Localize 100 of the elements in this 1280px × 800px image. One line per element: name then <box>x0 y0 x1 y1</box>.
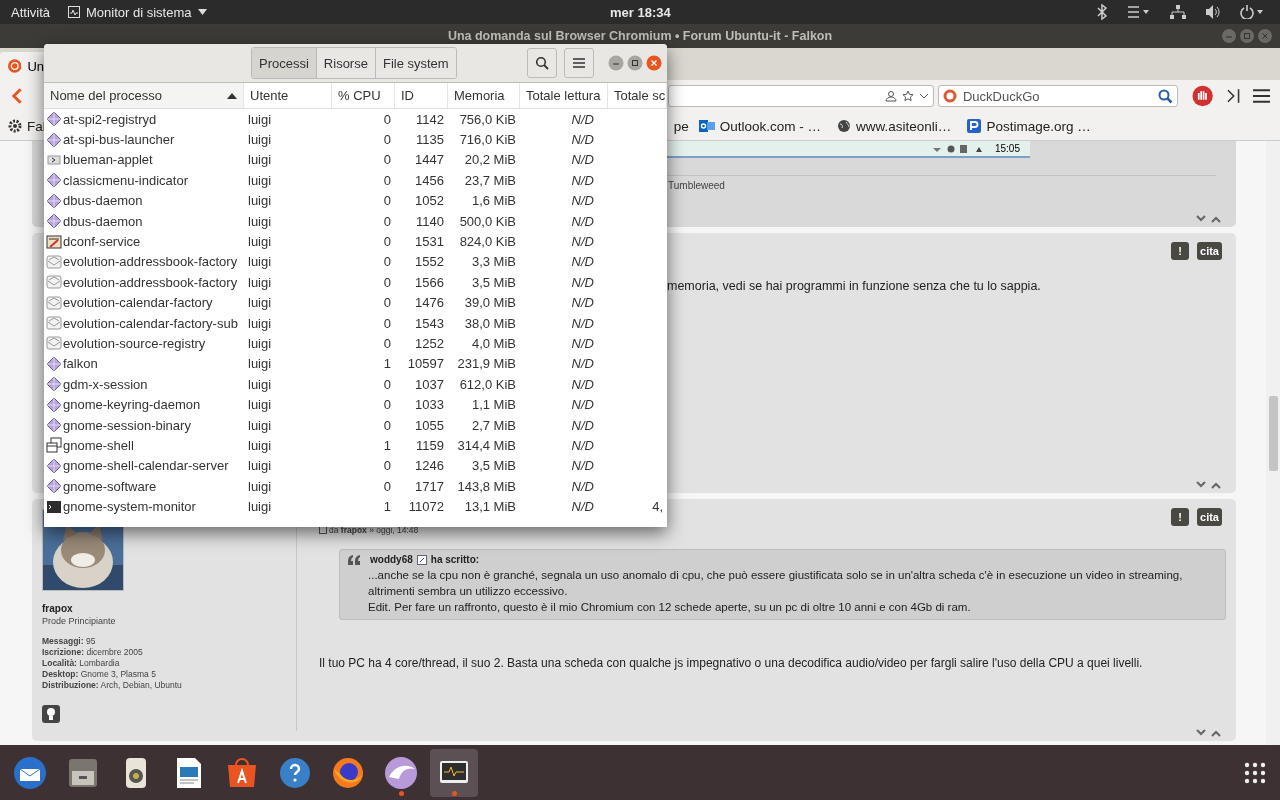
table-cell-text: 0 <box>382 376 392 392</box>
network-icon[interactable] <box>1170 5 1186 19</box>
globe-icon <box>837 119 852 133</box>
jump-arrows-icon[interactable] <box>1196 481 1222 489</box>
power-icon[interactable] <box>1240 5 1264 19</box>
table-cell-text: luigi <box>247 274 273 290</box>
table-cell: dconf-service <box>44 233 244 250</box>
activities-button[interactable]: Attività <box>11 4 50 20</box>
table-cell-text: 314,4 MiB <box>456 437 517 453</box>
clock[interactable]: mer 18:34 <box>610 4 671 20</box>
table-cell: gnome-keyring-daemon <box>44 396 244 413</box>
table-cell-text: N/D <box>570 254 595 270</box>
search-icon <box>534 56 549 70</box>
sidebar-toggle-icon[interactable] <box>1227 88 1241 104</box>
table-cell-text: N/D <box>570 336 595 351</box>
table-cell-text: 11072 <box>407 499 445 515</box>
table-cell-text: 20,2 MiB <box>463 152 517 168</box>
column-header[interactable]: ID <box>395 83 448 108</box>
table-cell-text: 1142 <box>415 111 445 127</box>
column-header[interactable]: Totale sc <box>608 83 667 108</box>
menu-icon[interactable] <box>1128 6 1150 18</box>
table-cell-text: 231,9 MiB <box>456 356 517 372</box>
table-cell-text: 1531 <box>414 234 445 250</box>
table-cell-text: N/D <box>570 295 595 311</box>
quote-button[interactable]: cita <box>1197 508 1222 526</box>
column-header[interactable]: Nome del processo <box>44 83 244 108</box>
menu-icon[interactable] <box>1252 89 1270 103</box>
user-rank: Prode Principiante <box>42 616 117 626</box>
table-cell-text: 0 <box>382 172 392 188</box>
mail-logo-icon <box>698 119 715 133</box>
quote-button[interactable]: cita <box>1197 242 1222 260</box>
app-grid-icon[interactable] <box>1244 761 1266 784</box>
bluetooth-icon[interactable] <box>1096 4 1108 20</box>
table-cell-text: N/D <box>570 213 595 229</box>
back-icon[interactable] <box>10 87 24 105</box>
column-header[interactable]: % CPU <box>332 83 395 108</box>
table-cell: evolution-addressbook-factory <box>44 274 244 291</box>
link-icon[interactable] <box>416 554 427 565</box>
table-cell: at-spi2-registryd <box>44 111 244 128</box>
table-cell-text: luigi <box>247 356 273 372</box>
view-tab[interactable]: Processi <box>252 48 317 78</box>
table-cell: evolution-calendar-factory-sub <box>44 315 244 332</box>
table-cell-text: luigi <box>247 234 273 250</box>
hand-stop-icon[interactable] <box>1191 85 1214 107</box>
person-icon[interactable] <box>884 90 897 102</box>
browser-tab[interactable]: Un <box>0 52 44 80</box>
minimize-icon[interactable] <box>607 55 624 71</box>
quote-text: ...anche se la cpu non è granché, segnala un uso anomalo di cpu, che può essere giustificata solo se in un'altra scheda c'è in esecuzione un video in streaming, altrimenti sembra un utilizzo eccessivo. <box>368 568 1184 599</box>
table-cell-text: 1456 <box>414 172 445 188</box>
report-button[interactable]: ! <box>1171 508 1190 526</box>
username-link[interactable]: frapox <box>42 603 296 614</box>
table-cell: blueman-applet <box>44 151 244 168</box>
table-cell-text: luigi <box>247 172 273 188</box>
table-cell-text: N/D <box>570 132 595 148</box>
profile-stat: Località: Lombardia <box>42 658 121 669</box>
table-cell-text: N/D <box>570 499 595 515</box>
table-cell: gdm-x-session <box>44 376 244 393</box>
dock-item[interactable] <box>430 748 478 797</box>
maximize-icon[interactable] <box>626 55 643 71</box>
search-button[interactable] <box>526 48 557 78</box>
column-header[interactable]: Utente <box>244 83 332 108</box>
profile-stat: Desktop: Gnome 3, Plasma 5 <box>42 669 157 680</box>
star-icon[interactable] <box>901 90 914 102</box>
table-cell-text: N/D <box>570 315 595 331</box>
table-cell-text: 4, <box>651 499 664 515</box>
table-cell-text: N/D <box>570 152 595 168</box>
column-header[interactable]: Memoria <box>448 83 520 108</box>
table-cell-text: 756,0 KiB <box>458 111 517 127</box>
table-cell: falkon <box>44 355 244 372</box>
table-cell-text: luigi <box>247 458 273 474</box>
table-cell: dbus-daemon <box>44 213 244 230</box>
volume-icon[interactable] <box>1206 5 1220 19</box>
bookmark-link[interactable]: Outlook.com - … <box>698 118 822 134</box>
table-cell: evolution-source-registry <box>44 335 244 352</box>
lightbulb-icon[interactable] <box>42 705 60 723</box>
table-cell-text: 1159 <box>415 437 445 453</box>
search-field[interactable]: DuckDuckGo <box>937 85 1178 107</box>
bookmark-link[interactable]: Postimage.org … <box>967 118 1091 134</box>
table-cell-text: 39,0 MiB <box>463 295 517 311</box>
table-cell-text: 1 <box>382 499 392 515</box>
scrollbar[interactable] <box>1266 141 1280 745</box>
table-cell: gnome-software <box>44 478 244 495</box>
menu-button[interactable] <box>563 48 594 78</box>
table-cell-text: 10597 <box>406 356 445 372</box>
search-icon[interactable] <box>1157 88 1173 104</box>
table-cell-text: 1246 <box>414 458 445 474</box>
jump-arrows-icon[interactable] <box>1196 729 1222 737</box>
jump-arrows-icon[interactable] <box>1196 215 1222 223</box>
report-button[interactable]: ! <box>1171 242 1190 260</box>
caret-icon[interactable] <box>918 92 929 100</box>
column-header[interactable]: Totale lettura <box>520 83 608 108</box>
monitor-icon <box>68 6 80 18</box>
bookmark-link[interactable]: www.asiteonli… <box>837 118 952 134</box>
quote-author: woddy68 <box>370 554 413 565</box>
bookmark-link[interactable]: pe <box>673 118 689 134</box>
close-icon[interactable] <box>645 55 662 71</box>
table-cell: at-spi-bus-launcher <box>44 131 244 148</box>
table-cell-text: 3,5 MiB <box>470 274 517 290</box>
table-cell-text: luigi <box>247 132 273 148</box>
app-menu[interactable]: Monitor di sistema <box>68 4 207 20</box>
